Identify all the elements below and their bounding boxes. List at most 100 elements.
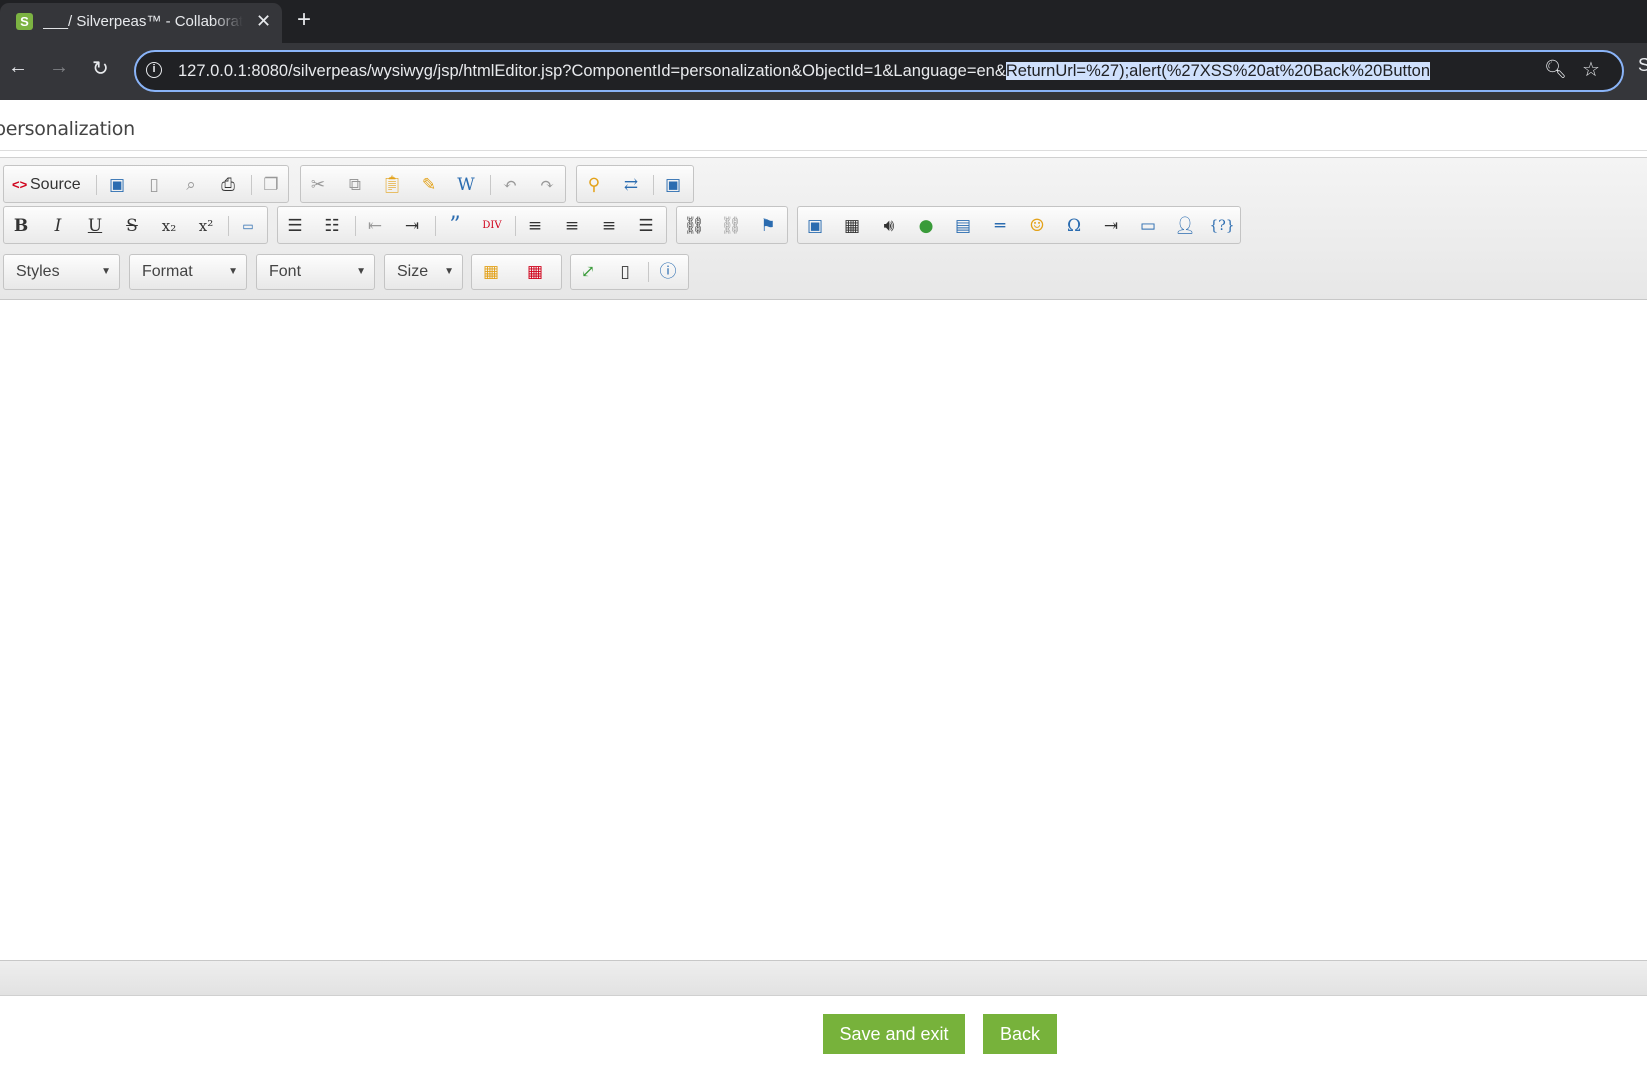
separator — [490, 175, 491, 195]
print-icon[interactable]: ⎙ — [215, 172, 241, 198]
tab-close-icon[interactable]: ✕ — [256, 11, 271, 32]
browser-tab-bar: S ___/ Silverpeas™ - Collaborative ✕ + — [0, 0, 1647, 43]
align-center-icon[interactable]: ≡ — [559, 213, 585, 239]
back-button[interactable]: Back — [983, 1014, 1057, 1054]
select-all-icon[interactable]: ▣ — [660, 172, 686, 198]
source-label: Source — [30, 176, 81, 193]
toolbar-group-find: ⚲ ⇄ ▣ — [576, 165, 694, 203]
toolbar-group-tools: ⤢ ▯ ⓘ — [570, 254, 689, 290]
underline-icon[interactable]: U — [82, 213, 108, 239]
undo-icon[interactable]: ↶ — [497, 172, 523, 198]
separator — [435, 216, 436, 236]
unlink-icon[interactable]: ⛓ — [718, 213, 744, 239]
paste-icon[interactable]: 📋︎ — [379, 172, 405, 198]
chevron-down-icon: ▼ — [444, 266, 454, 277]
size-label: Size — [397, 263, 429, 280]
separator — [96, 175, 97, 195]
toolbar-group-paragraph: ☰ ☷ ⇤ ⇥ ” DIV ≡ ≡ ≡ ☰ — [277, 206, 667, 244]
justify-icon[interactable]: ☰ — [633, 213, 659, 239]
save-icon[interactable]: ▣ — [104, 172, 130, 198]
align-right-icon[interactable]: ≡ — [596, 213, 622, 239]
indent-icon[interactable]: ⇥ — [399, 213, 425, 239]
zoom-icon[interactable]: 🔍︎ — [1544, 59, 1567, 80]
font-label: Font — [269, 263, 302, 280]
find-icon[interactable]: ⚲ — [581, 172, 607, 198]
numbered-list-icon[interactable]: ☰ — [282, 213, 308, 239]
preview-icon[interactable]: ⌕ — [178, 172, 204, 198]
link-icon[interactable]: ⛓ — [681, 213, 707, 239]
new-tab-icon[interactable]: + — [297, 6, 311, 34]
audio-icon[interactable]: 🔊︎ — [876, 213, 902, 239]
anchor-icon[interactable]: ⚑ — [755, 213, 781, 239]
table-icon[interactable]: ▤ — [950, 213, 976, 239]
video-icon[interactable]: ▦ — [839, 213, 865, 239]
styles-label: Styles — [16, 263, 60, 280]
new-page-icon[interactable]: ▯ — [141, 172, 167, 198]
image-icon[interactable]: ▣ — [802, 213, 828, 239]
div-icon[interactable]: DIV — [479, 213, 505, 239]
chevron-down-icon: ▼ — [228, 266, 238, 277]
font-combo[interactable]: Font ▼ — [256, 254, 375, 290]
toolbar-group-basicstyles: B I U S x₂ x² ▭ — [3, 206, 268, 244]
iframe-icon[interactable]: ▭ — [1135, 213, 1161, 239]
text-color-icon[interactable]: ▦ — [478, 259, 504, 285]
cut-icon[interactable]: ✂ — [305, 172, 331, 198]
copy-icon[interactable]: ⧉ — [342, 172, 368, 198]
bullet-list-icon[interactable]: ☷ — [319, 213, 345, 239]
outdent-icon[interactable]: ⇤ — [362, 213, 388, 239]
superscript-icon[interactable]: x² — [193, 213, 219, 239]
show-blocks-icon[interactable]: ▯ — [612, 259, 638, 285]
separator — [251, 175, 252, 195]
replace-icon[interactable]: ⇄ — [618, 172, 644, 198]
styles-combo[interactable]: Styles ▼ — [3, 254, 120, 290]
reload-icon[interactable]: ↻ — [92, 56, 109, 81]
page-title: personalization — [0, 118, 135, 140]
source-button[interactable]: <> Source — [12, 173, 81, 197]
bold-icon[interactable]: B — [8, 213, 34, 239]
maximize-icon[interactable]: ⤢ — [575, 259, 601, 285]
toolbar-group-insert: ▣ ▦ 🔊︎ ● ▤ ═ ☺ Ω ⇥ ▭ 👤︎ {?} — [797, 206, 1241, 244]
save-and-exit-button[interactable]: Save and exit — [823, 1014, 965, 1054]
toolbar-group-links: ⛓ ⛓ ⚑ — [676, 206, 788, 244]
separator — [355, 216, 356, 236]
page-break-icon[interactable]: ⇥ — [1098, 213, 1124, 239]
editor-content-area[interactable] — [0, 300, 1647, 960]
flash-icon[interactable]: ● — [913, 213, 939, 239]
special-char-icon[interactable]: Ω — [1061, 213, 1087, 239]
strike-icon[interactable]: S — [119, 213, 145, 239]
format-combo[interactable]: Format ▼ — [129, 254, 247, 290]
address-bar[interactable]: i 127.0.0.1:8080/silverpeas/wysiwyg/jsp/… — [134, 50, 1624, 92]
source-icon: <> — [12, 177, 28, 192]
back-arrow-icon[interactable]: ← — [8, 56, 28, 79]
horizontal-rule-icon[interactable]: ═ — [987, 213, 1013, 239]
star-icon[interactable]: ☆ — [1582, 57, 1600, 82]
paste-word-icon[interactable]: W — [453, 172, 479, 198]
smiley-icon[interactable]: ☺ — [1024, 213, 1050, 239]
separator — [228, 216, 229, 236]
remove-format-icon[interactable]: ▭ — [235, 213, 261, 239]
title-divider — [0, 150, 1647, 151]
url-text[interactable]: 127.0.0.1:8080/silverpeas/wysiwyg/jsp/ht… — [178, 62, 1431, 81]
browser-tab[interactable]: S ___/ Silverpeas™ - Collaborative ✕ — [0, 3, 282, 43]
browser-toolbar: ← → ↻ i 127.0.0.1:8080/silverpeas/wysiwy… — [0, 43, 1647, 100]
templates-icon[interactable]: ❐ — [258, 172, 284, 198]
forward-arrow-icon[interactable]: → — [49, 56, 69, 79]
chevron-down-icon: ▼ — [101, 266, 111, 277]
redo-icon[interactable]: ↷ — [534, 172, 560, 198]
editor-toolbar: <> Source ▣ ▯ ⌕ ⎙ ❐ ✂ ⧉ 📋︎ ✎ W ↶ ↷ ⚲ ⇄ ▣ … — [0, 157, 1647, 300]
align-left-icon[interactable]: ≡ — [522, 213, 548, 239]
profile-icon[interactable]: S — [1638, 55, 1647, 76]
background-color-icon[interactable]: ▦ — [522, 259, 548, 285]
size-combo[interactable]: Size ▼ — [384, 254, 463, 290]
variable-icon[interactable]: {?} — [1209, 213, 1235, 239]
toolbar-group-colors: ▦ ▦ — [471, 254, 562, 290]
italic-icon[interactable]: I — [45, 213, 71, 239]
about-icon[interactable]: ⓘ — [655, 259, 681, 285]
blockquote-icon[interactable]: ” — [442, 213, 468, 239]
user-icon[interactable]: 👤︎ — [1172, 213, 1198, 239]
paste-text-icon[interactable]: ✎ — [416, 172, 442, 198]
separator — [653, 175, 654, 195]
subscript-icon[interactable]: x₂ — [156, 213, 182, 239]
info-icon[interactable]: i — [146, 62, 162, 78]
toolbar-group-document: <> Source ▣ ▯ ⌕ ⎙ ❐ — [3, 165, 289, 203]
